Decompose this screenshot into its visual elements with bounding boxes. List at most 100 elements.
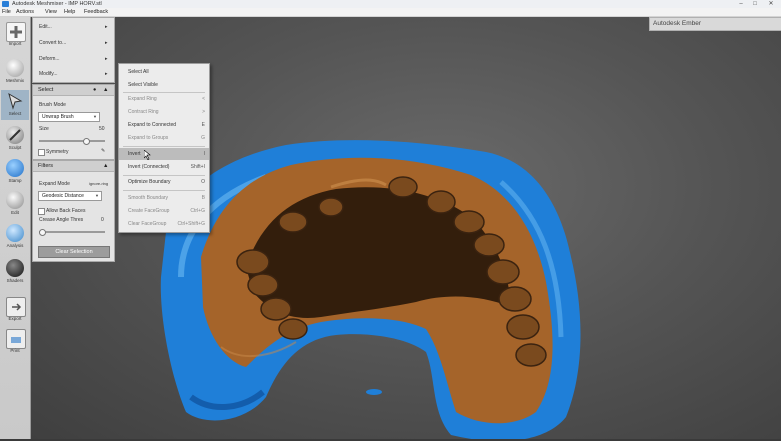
menu-optimize-boundary[interactable]: Optimize Boundary O [119,176,209,188]
tool-select-label: Select [8,111,22,116]
tool-shaders[interactable]: Shaders [1,257,29,287]
clear-selection-label: Clear Selection [55,249,93,255]
tool-edit[interactable]: Edit [1,189,29,219]
menu-select-visible[interactable]: Select Visible [119,79,209,91]
chevron-right-icon: ▸ [105,56,108,62]
size-slider[interactable] [39,138,105,145]
close-button[interactable]: ✕ [766,0,776,8]
menu-bar: File Actions View Help Feedback [0,8,781,17]
app-logo-icon [2,1,9,7]
chevron-right-icon: ▸ [105,24,108,30]
size-value: 50 [99,126,105,132]
tool-sculpt-label: Sculpt [8,145,22,150]
tool-import[interactable]: Import [1,20,29,50]
tool-edit-label: Edit [11,210,19,215]
menu-invert[interactable]: Invert I [119,148,209,160]
symmetry-checkbox[interactable] [38,149,45,156]
maximize-button[interactable]: □ [750,0,760,8]
select-context-menu: Select All Select Visible Expand Ring < C… [118,63,210,233]
menu-create-facegroup[interactable]: Create FaceGroup Ctrl+G [119,205,209,217]
left-toolbar: Import Meshmix Select Sculpt Stamp Edit … [0,17,31,439]
size-label: Size [39,126,49,132]
shaders-icon [6,259,24,277]
brush-mode-label: Brush Mode [39,102,66,108]
expand-mode-dropdown[interactable]: Geodesic Distance ▼ [38,191,102,201]
mouse-cursor-icon [144,150,151,160]
menu-item-convert[interactable]: Convert to... [39,40,66,46]
tool-meshmix[interactable]: Meshmix [1,57,29,87]
sculpt-brush-icon [6,126,24,144]
select-panel-header: Select ● ▲ [33,85,114,96]
crease-angle-slider[interactable] [39,229,105,236]
menu-expand-to-connected[interactable]: Expand to Connected E [119,119,209,131]
clear-selection-button[interactable]: Clear Selection [38,246,110,258]
print-icon [6,329,26,349]
tool-select[interactable]: Select [1,90,29,120]
menu-invert-connected[interactable]: Invert (Connected) Shift+I [119,161,209,173]
expand-mode-hint: ignore-ring [89,181,109,186]
menu-expand-to-groups[interactable]: Expand to Groups G [119,132,209,144]
tool-stamp-label: Stamp [8,178,22,183]
filters-panel: Filters ▲ Expand Mode ignore-ring Geodes… [32,160,115,262]
analysis-icon [6,224,24,242]
crease-angle-value: 0 [101,217,104,223]
tool-analysis[interactable]: Analysis [1,222,29,252]
tool-print-label: Print [10,348,20,353]
tool-export[interactable]: Export [1,295,29,325]
symmetry-label: Symmetry [46,149,69,155]
menu-actions[interactable]: Actions [16,8,34,16]
edit-sphere-icon [6,191,24,209]
tool-meshmix-label: Meshmix [5,78,24,83]
filters-panel-title: Filters [38,163,53,169]
expand-mode-value: Geodesic Distance [42,193,84,199]
tool-print[interactable]: Print [1,327,29,357]
menu-smooth-boundary[interactable]: Smooth Boundary B [119,192,209,204]
tool-stamp[interactable]: Stamp [1,157,29,187]
size-slider-knob[interactable] [83,138,90,145]
brush-mode-dropdown[interactable]: Unwrap Brush ▼ [38,112,100,122]
edit-actions-menu: Edit... ▸ Convert to... ▸ Deform... ▸ Mo… [32,17,115,83]
chevron-right-icon: ▸ [105,71,108,77]
collapse-icon[interactable]: ▲ [103,161,108,171]
menu-clear-facegroup[interactable]: Clear FaceGroup Ctrl+Shift+G [119,218,209,230]
tool-sculpt[interactable]: Sculpt [1,124,29,154]
minimize-button[interactable]: – [736,0,746,8]
chevron-down-icon: ▼ [93,114,97,119]
menu-item-modify[interactable]: Modify... [39,71,58,77]
plus-icon [6,22,26,42]
menu-select-all[interactable]: Select All [119,66,209,78]
menu-item-deform[interactable]: Deform... [39,56,60,62]
chevron-down-icon: ▼ [95,193,99,198]
brand-badge: Autodesk Ember [649,17,781,31]
meshmix-icon [6,59,24,77]
window-title: Autodesk Meshmixer - IMP HORV.stl [12,1,102,7]
export-icon [6,297,26,317]
menu-item-edit[interactable]: Edit... [39,24,52,30]
menu-help[interactable]: Help [64,8,75,16]
select-panel-title: Select [38,87,54,93]
select-panel: Select ● ▲ Brush Mode Unwrap Brush ▼ Size… [32,84,115,160]
tool-import-label: Import [8,41,22,46]
menu-file[interactable]: File [2,8,11,16]
tool-analysis-label: Analysis [6,243,24,248]
collapse-icon[interactable]: ▲ [103,85,108,95]
brand-label: Autodesk Ember [653,20,702,27]
allow-back-faces-label: Allow Back Faces [46,208,86,214]
crease-angle-knob[interactable] [39,229,46,236]
brush-mode-value: Unwrap Brush [42,114,74,120]
menu-expand-ring[interactable]: Expand Ring < [119,93,209,105]
crease-angle-label: Crease Angle Thres [39,217,84,223]
stamp-icon [6,159,24,177]
select-arrow-icon [6,92,24,110]
menu-contract-ring[interactable]: Contract Ring > [119,106,209,118]
expand-mode-label: Expand Mode [39,181,70,187]
wrench-icon[interactable]: ✎ [101,148,105,154]
menu-view[interactable]: View [45,8,57,16]
tool-shaders-label: Shaders [6,278,24,283]
menu-feedback[interactable]: Feedback [84,8,108,16]
settings-icon[interactable]: ● [93,85,96,95]
tool-export-label: Export [8,316,22,321]
filters-panel-header: Filters ▲ [33,161,114,172]
chevron-right-icon: ▸ [105,40,108,46]
allow-back-faces-checkbox[interactable] [38,208,45,215]
